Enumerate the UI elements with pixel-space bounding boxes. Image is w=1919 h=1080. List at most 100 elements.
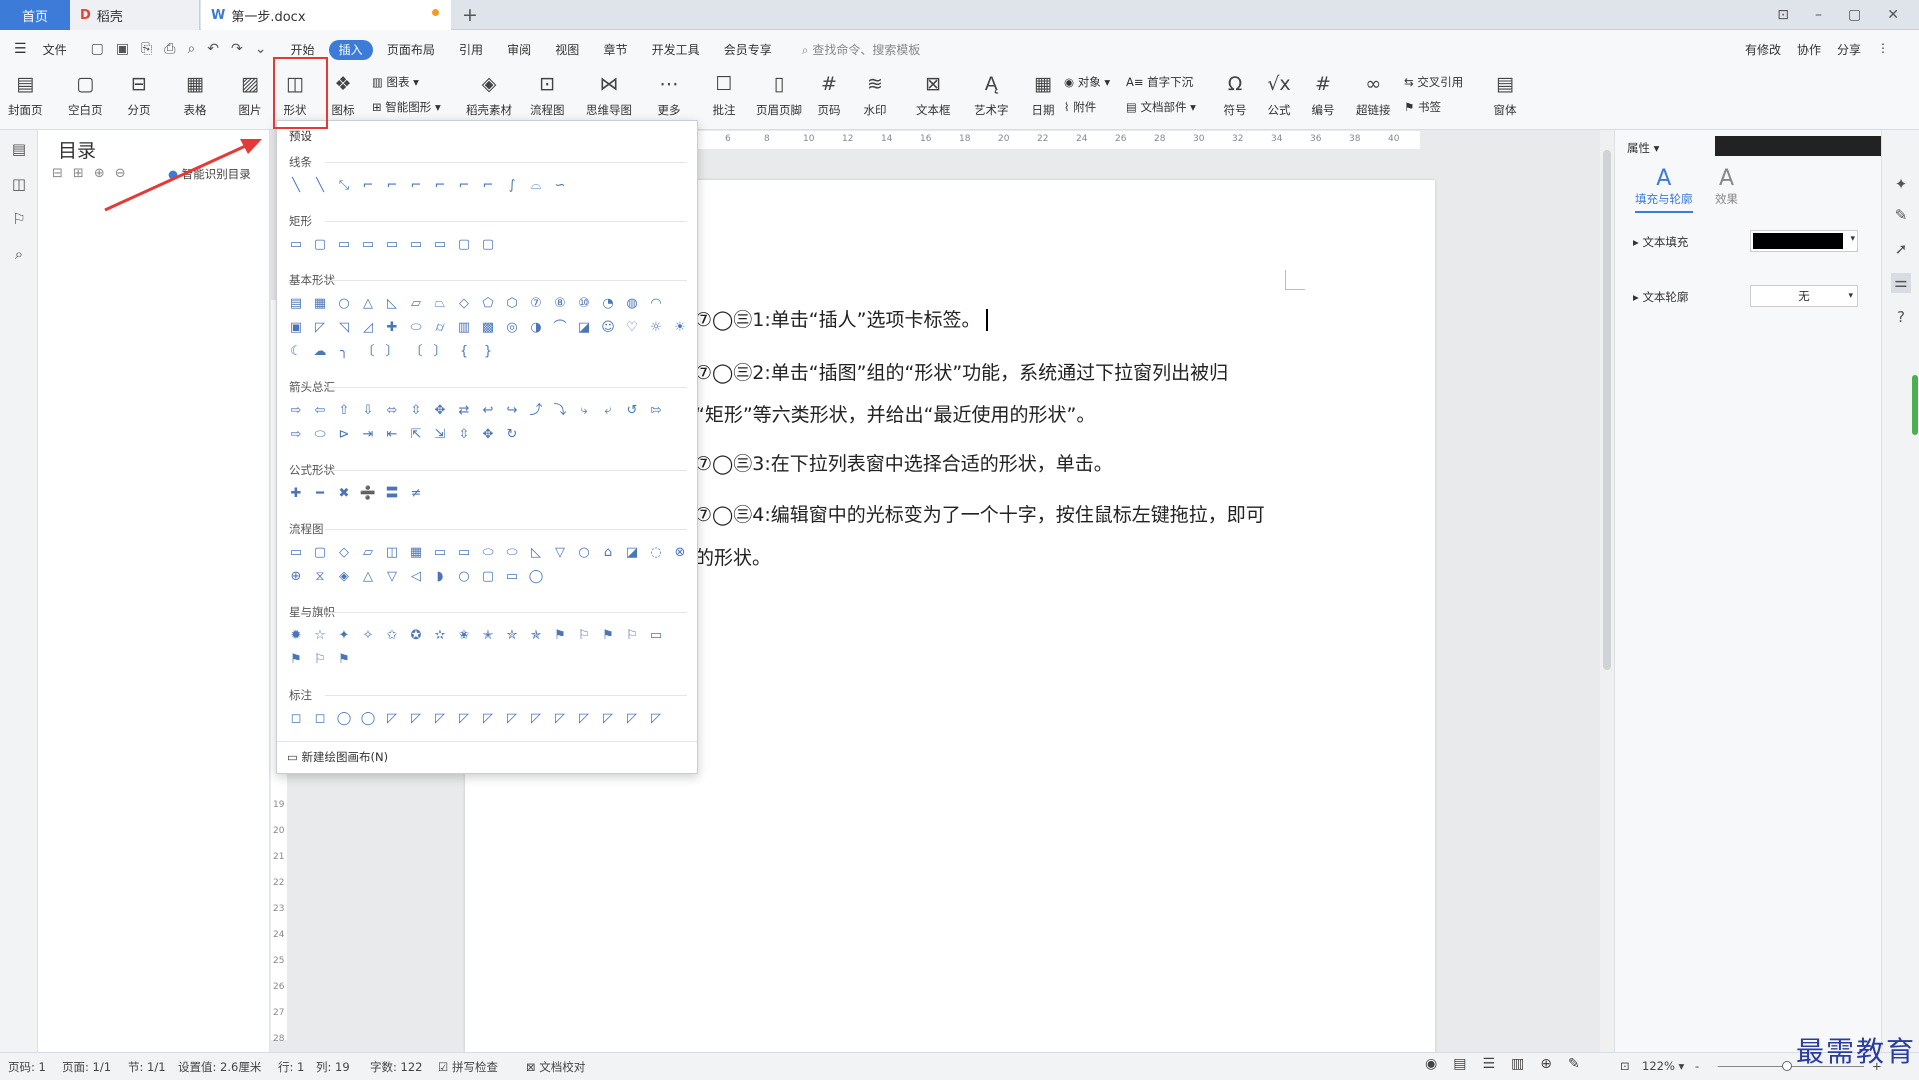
shape-option[interactable]: ⌭ <box>431 319 449 337</box>
shape-option[interactable]: ☆ <box>311 627 329 645</box>
form-button[interactable]: ▤ 窗体 <box>1492 70 1518 118</box>
pen-icon[interactable]: ✎ <box>1568 1056 1580 1072</box>
shape-option[interactable]: ⚐ <box>575 627 593 645</box>
shape-option[interactable]: ◗ <box>431 568 449 586</box>
shape-option[interactable]: ∽ <box>551 177 569 195</box>
shape-option[interactable]: ↪ <box>503 402 521 420</box>
shape-option[interactable]: ◪ <box>623 544 641 562</box>
shape-option[interactable]: ╲ <box>311 177 329 195</box>
more-menu-icon[interactable]: ⋮ <box>1877 41 1889 58</box>
shape-option[interactable]: ⤶ <box>599 402 617 420</box>
shape-option[interactable]: ◸ <box>647 710 665 728</box>
shape-row-flow-2[interactable]: ⊕ ⧖ ◈ △ ▽ ◁ ◗ ○ ▢ ▭ ◯ <box>287 568 545 586</box>
shape-option[interactable]: ⊕ <box>287 568 305 586</box>
shape-option[interactable]: ⚐ <box>623 627 641 645</box>
shape-option[interactable]: ⬭ <box>407 319 425 337</box>
shape-option[interactable]: ≠ <box>407 485 425 503</box>
shape-option[interactable]: ✖ <box>335 485 353 503</box>
shape-option[interactable]: ◈ <box>335 568 353 586</box>
menu-view[interactable]: 视图 <box>545 40 589 60</box>
shape-option[interactable]: ◸ <box>431 710 449 728</box>
shape-option[interactable]: ○ <box>335 295 353 313</box>
shape-option[interactable]: ∫ <box>503 177 521 195</box>
wordart-button[interactable]: Ą 艺术字 <box>974 70 1009 118</box>
shape-option[interactable]: ✪ <box>407 627 425 645</box>
edit-icon[interactable]: ✎ <box>1891 206 1911 226</box>
chart-button[interactable]: ▥ 图表 ▾ <box>372 74 419 90</box>
shape-option[interactable]: ⬭ <box>503 544 521 562</box>
shape-option[interactable]: ⏢ <box>431 295 449 313</box>
crossref-button[interactable]: ⇆ 交叉引用 <box>1404 74 1463 90</box>
shape-option[interactable]: ▭ <box>431 544 449 562</box>
horizontal-ruler[interactable]: 6 8 10 12 14 16 18 20 22 24 26 28 30 32 34 36 38 40 <box>640 131 1420 149</box>
text-outline-row[interactable]: ▸ 文本轮廓 <box>1633 289 1688 305</box>
shape-option[interactable]: ☁ <box>311 343 329 361</box>
shape-option[interactable]: ⇥ <box>359 426 377 444</box>
numbering-button[interactable]: # 编号 <box>1310 70 1336 118</box>
shape-option[interactable]: ▭ <box>431 236 449 254</box>
shape-option[interactable]: △ <box>359 568 377 586</box>
chapter-icon[interactable]: ◫ <box>9 175 29 195</box>
vertical-scrollbar[interactable] <box>1600 130 1614 1052</box>
scroll-thumb[interactable] <box>1603 150 1611 670</box>
picture-button[interactable]: ▨ 图片 <box>237 70 263 118</box>
shape-option[interactable]: ⌐ <box>383 177 401 195</box>
select-icon[interactable]: ➚ <box>1891 240 1911 260</box>
shape-option[interactable]: { <box>455 343 473 361</box>
shape-option[interactable]: ☀ <box>671 319 689 337</box>
cover-page-button[interactable]: ▤ 封面页 <box>8 70 43 118</box>
shape-option[interactable]: ◹ <box>335 319 353 337</box>
menu-member[interactable]: 会员专享 <box>714 40 782 60</box>
table-button[interactable]: ▦ 表格 <box>182 70 208 118</box>
shape-option[interactable]: ▢ <box>455 236 473 254</box>
shape-option[interactable]: ✩ <box>383 627 401 645</box>
shape-option[interactable]: ➗ <box>359 485 377 503</box>
attachment-button[interactable]: ⌇ 附件 <box>1064 99 1096 115</box>
status-row[interactable]: 行: 1 <box>278 1059 304 1075</box>
status-setting[interactable]: 设置值: 2.6厘米 <box>178 1059 261 1075</box>
shape-option[interactable]: ◸ <box>599 710 617 728</box>
shape-option[interactable]: ▱ <box>407 295 425 313</box>
style-icon[interactable]: ✦ <box>1891 175 1911 195</box>
shape-option[interactable]: ⇰ <box>647 402 665 420</box>
bookmark-button[interactable]: ⚑ 书签 <box>1404 99 1441 115</box>
bookmark-panel-icon[interactable]: ⚐ <box>9 210 29 230</box>
shape-option[interactable]: ▩ <box>479 319 497 337</box>
shape-option[interactable]: ◸ <box>479 710 497 728</box>
shape-option[interactable]: ▢ <box>479 236 497 254</box>
shape-option[interactable]: ✧ <box>359 627 377 645</box>
formula-button[interactable]: √x 公式 <box>1266 70 1292 118</box>
shape-option[interactable]: ⑧ <box>551 295 569 313</box>
shape-option[interactable]: ▢ <box>311 236 329 254</box>
shape-option[interactable]: ⚑ <box>551 627 569 645</box>
shape-option[interactable]: ⇳ <box>455 426 473 444</box>
menu-layout[interactable]: 页面布局 <box>377 40 445 60</box>
shape-row-basic-3[interactable]: ☾ ☁ ╮ 〔〕〔〕{} <box>287 343 497 361</box>
dropcap-button[interactable]: A≡ 首字下沉 <box>1126 74 1193 90</box>
shape-row-stars-2[interactable]: ⚑ ⚐ ⚑ <box>287 651 353 669</box>
shape-option[interactable]: ◁ <box>407 568 425 586</box>
shape-option[interactable]: ⚑ <box>599 627 617 645</box>
tab-fill-outline[interactable]: A 填充与轮廓 <box>1635 166 1693 213</box>
shape-option[interactable]: ✦ <box>335 627 353 645</box>
shape-row-equation[interactable]: ✚ ━ ✖ ➗ 〓 ≠ <box>287 485 425 503</box>
shape-option[interactable]: ◔ <box>599 295 617 313</box>
close-button[interactable]: ✕ <box>1887 7 1899 23</box>
menu-developer[interactable]: 开发工具 <box>642 40 710 60</box>
shape-option[interactable]: ⇄ <box>455 402 473 420</box>
shape-option[interactable]: ◸ <box>527 710 545 728</box>
shape-option[interactable]: ⑦ <box>527 295 545 313</box>
shape-option[interactable]: ▣ <box>287 319 305 337</box>
shape-option[interactable]: ✯ <box>527 627 545 645</box>
shape-option[interactable]: ◸ <box>455 710 473 728</box>
shape-option[interactable]: ✬ <box>455 627 473 645</box>
shape-option[interactable]: ◑ <box>527 319 545 337</box>
shape-option[interactable]: ⌒ <box>551 319 569 337</box>
more-button[interactable]: ⋯ 更多 <box>656 70 682 118</box>
shape-row-stars-1[interactable]: ✹ ☆ ✦ ✧ ✩ ✪ ✫ ✬ ✭ ✮ ✯ ⚑ ⚐ ⚑ ⚐ ▭ <box>287 627 665 645</box>
page-number-button[interactable]: # 页码 <box>816 70 842 118</box>
blank-page-button[interactable]: ▢ 空白页 <box>68 70 103 118</box>
toc-panel-icon[interactable]: ▤ <box>9 140 29 160</box>
fit-icon[interactable]: ⊡ <box>1620 1059 1630 1073</box>
shape-option[interactable]: ⤡ <box>335 177 353 195</box>
